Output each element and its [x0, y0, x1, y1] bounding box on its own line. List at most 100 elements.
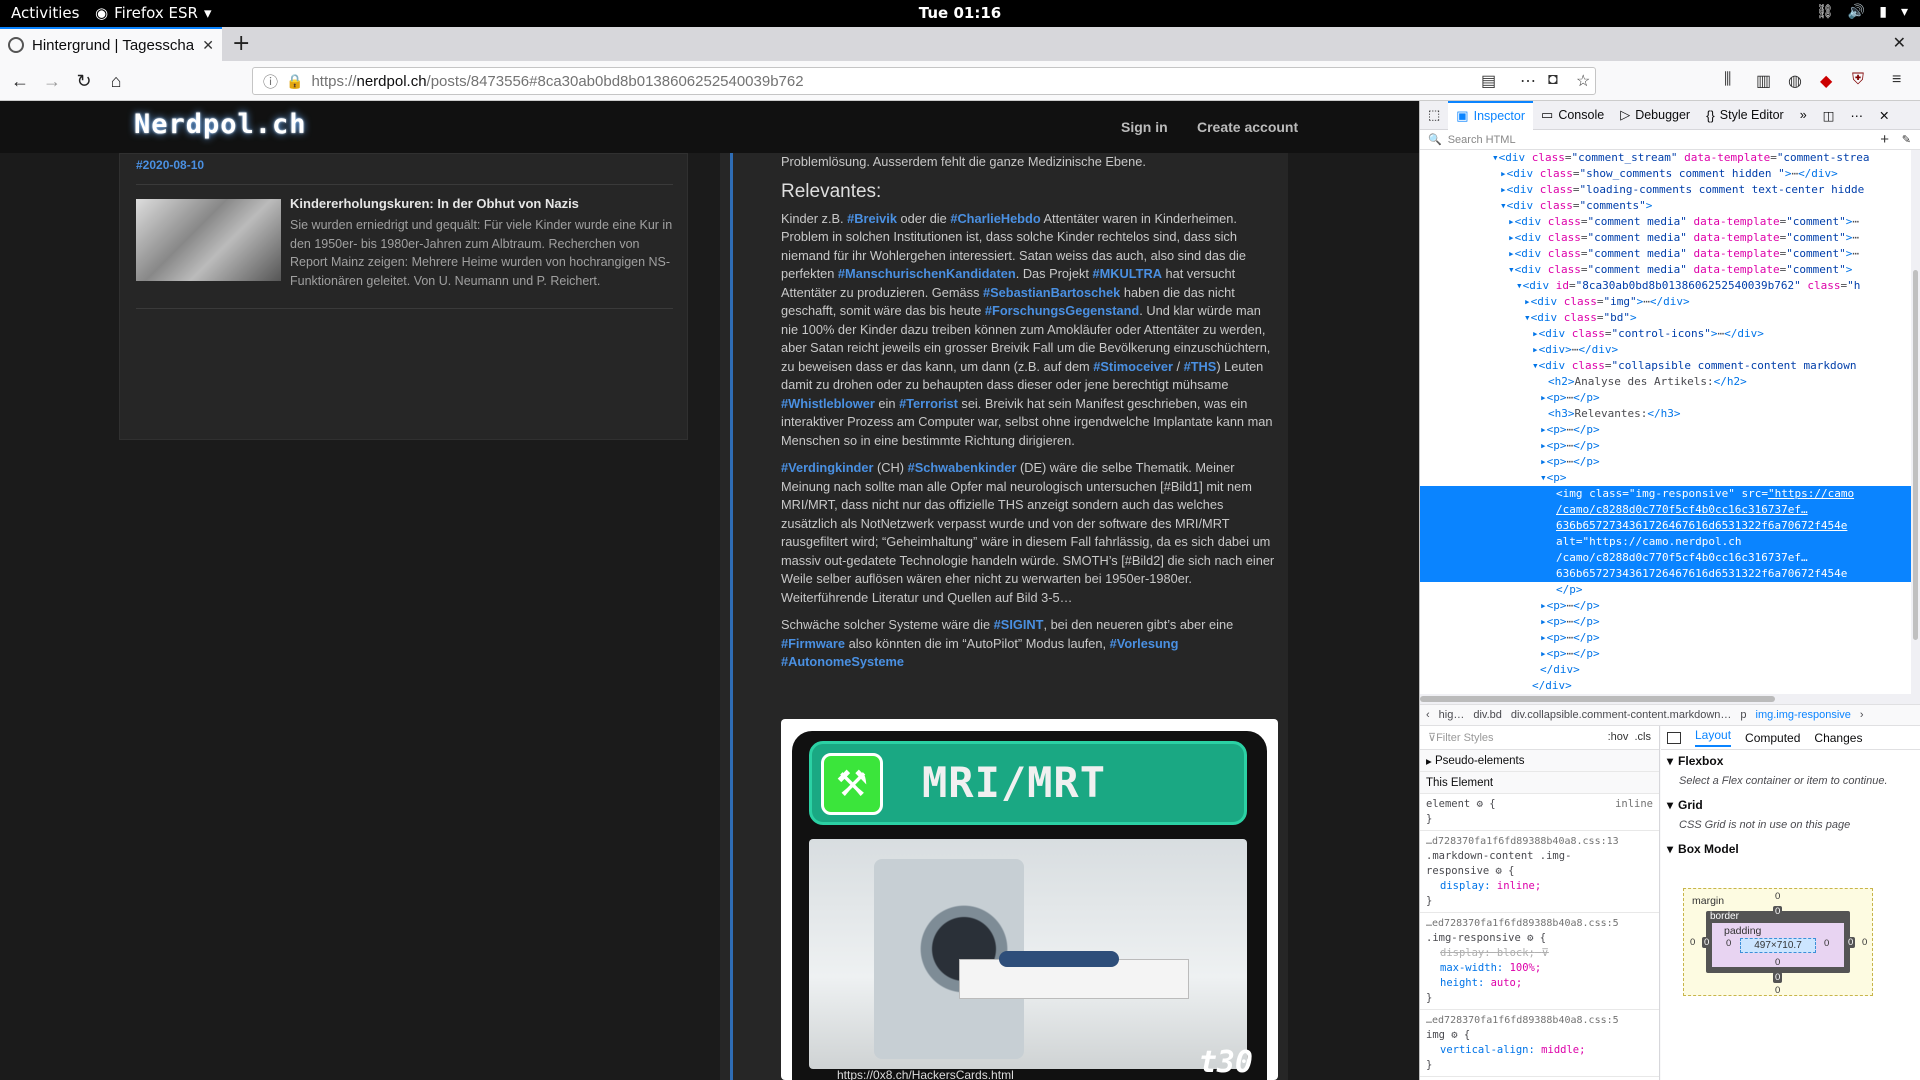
tab-computed[interactable]: Computed: [1745, 731, 1800, 745]
tree-node[interactable]: ▸<p>⋯</p>: [1420, 454, 1920, 470]
tree-node[interactable]: ▾<div class="bd">: [1420, 310, 1920, 326]
tree-node[interactable]: ▸<div class="show_comments comment hidde…: [1420, 166, 1920, 182]
css-rule-img[interactable]: …ed728370fa1f6fd89388b40a8.css:5 img ⚙ {…: [1420, 1010, 1659, 1077]
app-menu[interactable]: ◉ Firefox ESR ▾: [95, 4, 211, 22]
article-thumbnail[interactable]: [136, 199, 281, 281]
css-rule-markdown-img[interactable]: …d728370fa1f6fd89388b40a8.css:13 .markdo…: [1420, 831, 1659, 913]
rule-source-link[interactable]: …d728370fa1f6fd89388b40a8.css:13: [1426, 834, 1653, 849]
hashtag-link[interactable]: #Terrorist: [899, 396, 958, 411]
hashtag-link[interactable]: #Whistleblower: [781, 396, 875, 411]
dock-icon[interactable]: ◫: [1815, 101, 1843, 130]
border-bottom-value[interactable]: 0: [1773, 972, 1783, 983]
tree-node[interactable]: </div>: [1420, 662, 1920, 678]
lock-icon[interactable]: 🔒: [286, 73, 303, 90]
css-value[interactable]: middle;: [1541, 1044, 1585, 1056]
padding-right-value[interactable]: 0: [1824, 938, 1829, 949]
url-bar[interactable]: ⓘ 🔒 https://nerdpol.ch/posts/8473556#8ca…: [252, 67, 1596, 95]
tab-changes[interactable]: Changes: [1814, 731, 1862, 745]
tree-node-selected[interactable]: /camo/c8288d0c770f5cf4b0cc16c316737ef…: [1420, 550, 1920, 566]
tree-node[interactable]: ▸<div class="img">⋯</div>: [1420, 294, 1920, 310]
tree-node[interactable]: ▸<div class="comment media" data-templat…: [1420, 246, 1920, 262]
date-tag-link[interactable]: #2020-08-10: [136, 158, 204, 172]
hov-toggle[interactable]: :hov: [1608, 731, 1629, 743]
clock[interactable]: Tue 01:16: [919, 4, 1001, 22]
tree-node[interactable]: ▸<p>⋯</p>: [1420, 422, 1920, 438]
grid-section-toggle[interactable]: ▾ Grid: [1661, 794, 1920, 816]
hashtag-link[interactable]: #ManschurischenKandidaten: [838, 266, 1016, 281]
css-value[interactable]: block;: [1497, 947, 1535, 959]
pocket-icon[interactable]: ◘: [1548, 71, 1558, 89]
toggle-sidebar-icon[interactable]: [1667, 731, 1681, 744]
breadcrumb-item-current[interactable]: img.img-responsive: [1756, 709, 1851, 721]
breadcrumb-back-icon[interactable]: ‹: [1426, 709, 1430, 721]
breadcrumb-item[interactable]: p: [1740, 709, 1746, 721]
options-icon[interactable]: ⋯: [1842, 101, 1871, 130]
forward-icon[interactable]: →: [40, 69, 64, 93]
breadcrumb-item[interactable]: hig…: [1439, 709, 1465, 721]
site-logo[interactable]: Nerdpol.ch: [134, 109, 307, 140]
hashtag-link[interactable]: #Vorlesung: [1110, 636, 1179, 651]
tree-node[interactable]: ▸<p>⋯</p>: [1420, 646, 1920, 662]
hashtag-link[interactable]: #CharlieHebdo: [950, 211, 1040, 226]
cls-toggle[interactable]: .cls: [1635, 731, 1652, 743]
css-property[interactable]: vertical-align: [1440, 1044, 1529, 1056]
back-icon[interactable]: ←: [8, 69, 32, 93]
tree-node[interactable]: ▸<div class="comment media" data-templat…: [1420, 230, 1920, 246]
tree-node[interactable]: ▸<div class="control-icons">⋯</div>: [1420, 326, 1920, 342]
tree-scrollbar[interactable]: [1911, 150, 1920, 694]
tree-node[interactable]: ▾<p>: [1420, 470, 1920, 486]
tab-console[interactable]: ▭ Console: [1533, 101, 1612, 130]
hashtag-link[interactable]: #MKULTRA: [1093, 266, 1162, 281]
css-property[interactable]: display: [1440, 947, 1484, 959]
tree-node[interactable]: ▸<div class="loading-comments comment te…: [1420, 182, 1920, 198]
rule-source-link[interactable]: …ed728370fa1f6fd89388b40a8.css:5: [1426, 1013, 1653, 1028]
bookmark-star-icon[interactable]: ☆: [1576, 71, 1590, 91]
content-size[interactable]: 497×710.7: [1740, 938, 1816, 953]
breadcrumb-item[interactable]: div.collapsible.comment-content.markdown…: [1511, 709, 1732, 721]
menu-icon[interactable]: ≡: [1892, 71, 1901, 89]
tree-node[interactable]: ▾<div id="8ca30ab0bd8b0138606252540039b7…: [1420, 278, 1920, 294]
tab-debugger[interactable]: ▷ Debugger: [1612, 101, 1698, 130]
element-picker-icon[interactable]: ⬚: [1420, 101, 1448, 130]
css-value[interactable]: 100%;: [1510, 962, 1542, 974]
window-close-icon[interactable]: ✕: [1893, 33, 1906, 52]
tree-node[interactable]: </p>: [1420, 582, 1920, 598]
tree-node[interactable]: </div>: [1420, 678, 1920, 694]
hashtag-link[interactable]: #THS: [1184, 359, 1217, 374]
flexbox-section-toggle[interactable]: ▾ Flexbox: [1661, 750, 1920, 772]
page-actions-icon[interactable]: ⋯: [1520, 71, 1536, 91]
hashtag-link[interactable]: #Breivik: [847, 211, 897, 226]
css-value[interactable]: auto;: [1491, 977, 1523, 989]
tree-node[interactable]: ▸<p>⋯</p>: [1420, 390, 1920, 406]
tree-node[interactable]: ▾<div class="comment media" data-templat…: [1420, 262, 1920, 278]
tree-node-selected[interactable]: 636b6572734361726467616d6531322f6a70672f…: [1420, 566, 1920, 582]
article-title[interactable]: Kindererholungskuren: In der Obhut von N…: [290, 196, 579, 211]
margin-left-value[interactable]: 0: [1690, 937, 1695, 948]
extension-icon[interactable]: ◆: [1820, 71, 1832, 91]
tree-node[interactable]: <h3>Relevantes:</h3>: [1420, 406, 1920, 422]
hashtag-link[interactable]: #Firmware: [781, 636, 845, 651]
tree-node-selected[interactable]: 636b6572734361726467616d6531322f6a70672f…: [1420, 518, 1920, 534]
tree-node[interactable]: ▸<p>⋯</p>: [1420, 614, 1920, 630]
breadcrumb-item[interactable]: div.bd: [1473, 709, 1502, 721]
activities-button[interactable]: Activities: [11, 4, 79, 22]
tree-horizontal-scrollbar[interactable]: [1420, 694, 1920, 704]
tree-node[interactable]: ▸<div class="comment media" data-templat…: [1420, 214, 1920, 230]
tree-node[interactable]: ▸<p>⋯</p>: [1420, 630, 1920, 646]
new-tab-button[interactable]: +: [232, 31, 250, 56]
css-property[interactable]: max-width: [1440, 962, 1497, 974]
markup-tree[interactable]: ▾<div class="comment_stream" data-templa…: [1420, 150, 1920, 694]
hashtag-link[interactable]: #ForschungsGegenstand: [985, 303, 1139, 318]
account-icon[interactable]: ◍: [1788, 71, 1802, 91]
margin-right-value[interactable]: 0: [1862, 937, 1867, 948]
rule-source-link[interactable]: …ed728370fa1f6fd89388b40a8.css:5: [1426, 916, 1653, 931]
library-icon[interactable]: ⫼: [1724, 71, 1731, 89]
border-right-value[interactable]: 0: [1846, 937, 1856, 948]
tree-node[interactable]: ▸<p>⋯</p>: [1420, 598, 1920, 614]
margin-bottom-value[interactable]: 0: [1775, 985, 1780, 996]
tree-node-selected[interactable]: <img class="img-responsive" src="https:/…: [1420, 486, 1920, 502]
margin-top-value[interactable]: 0: [1775, 891, 1780, 902]
create-account-link[interactable]: Create account: [1197, 119, 1298, 135]
info-icon[interactable]: ⓘ: [263, 71, 278, 92]
tree-node[interactable]: ▾<div class="collapsible comment-content…: [1420, 358, 1920, 374]
